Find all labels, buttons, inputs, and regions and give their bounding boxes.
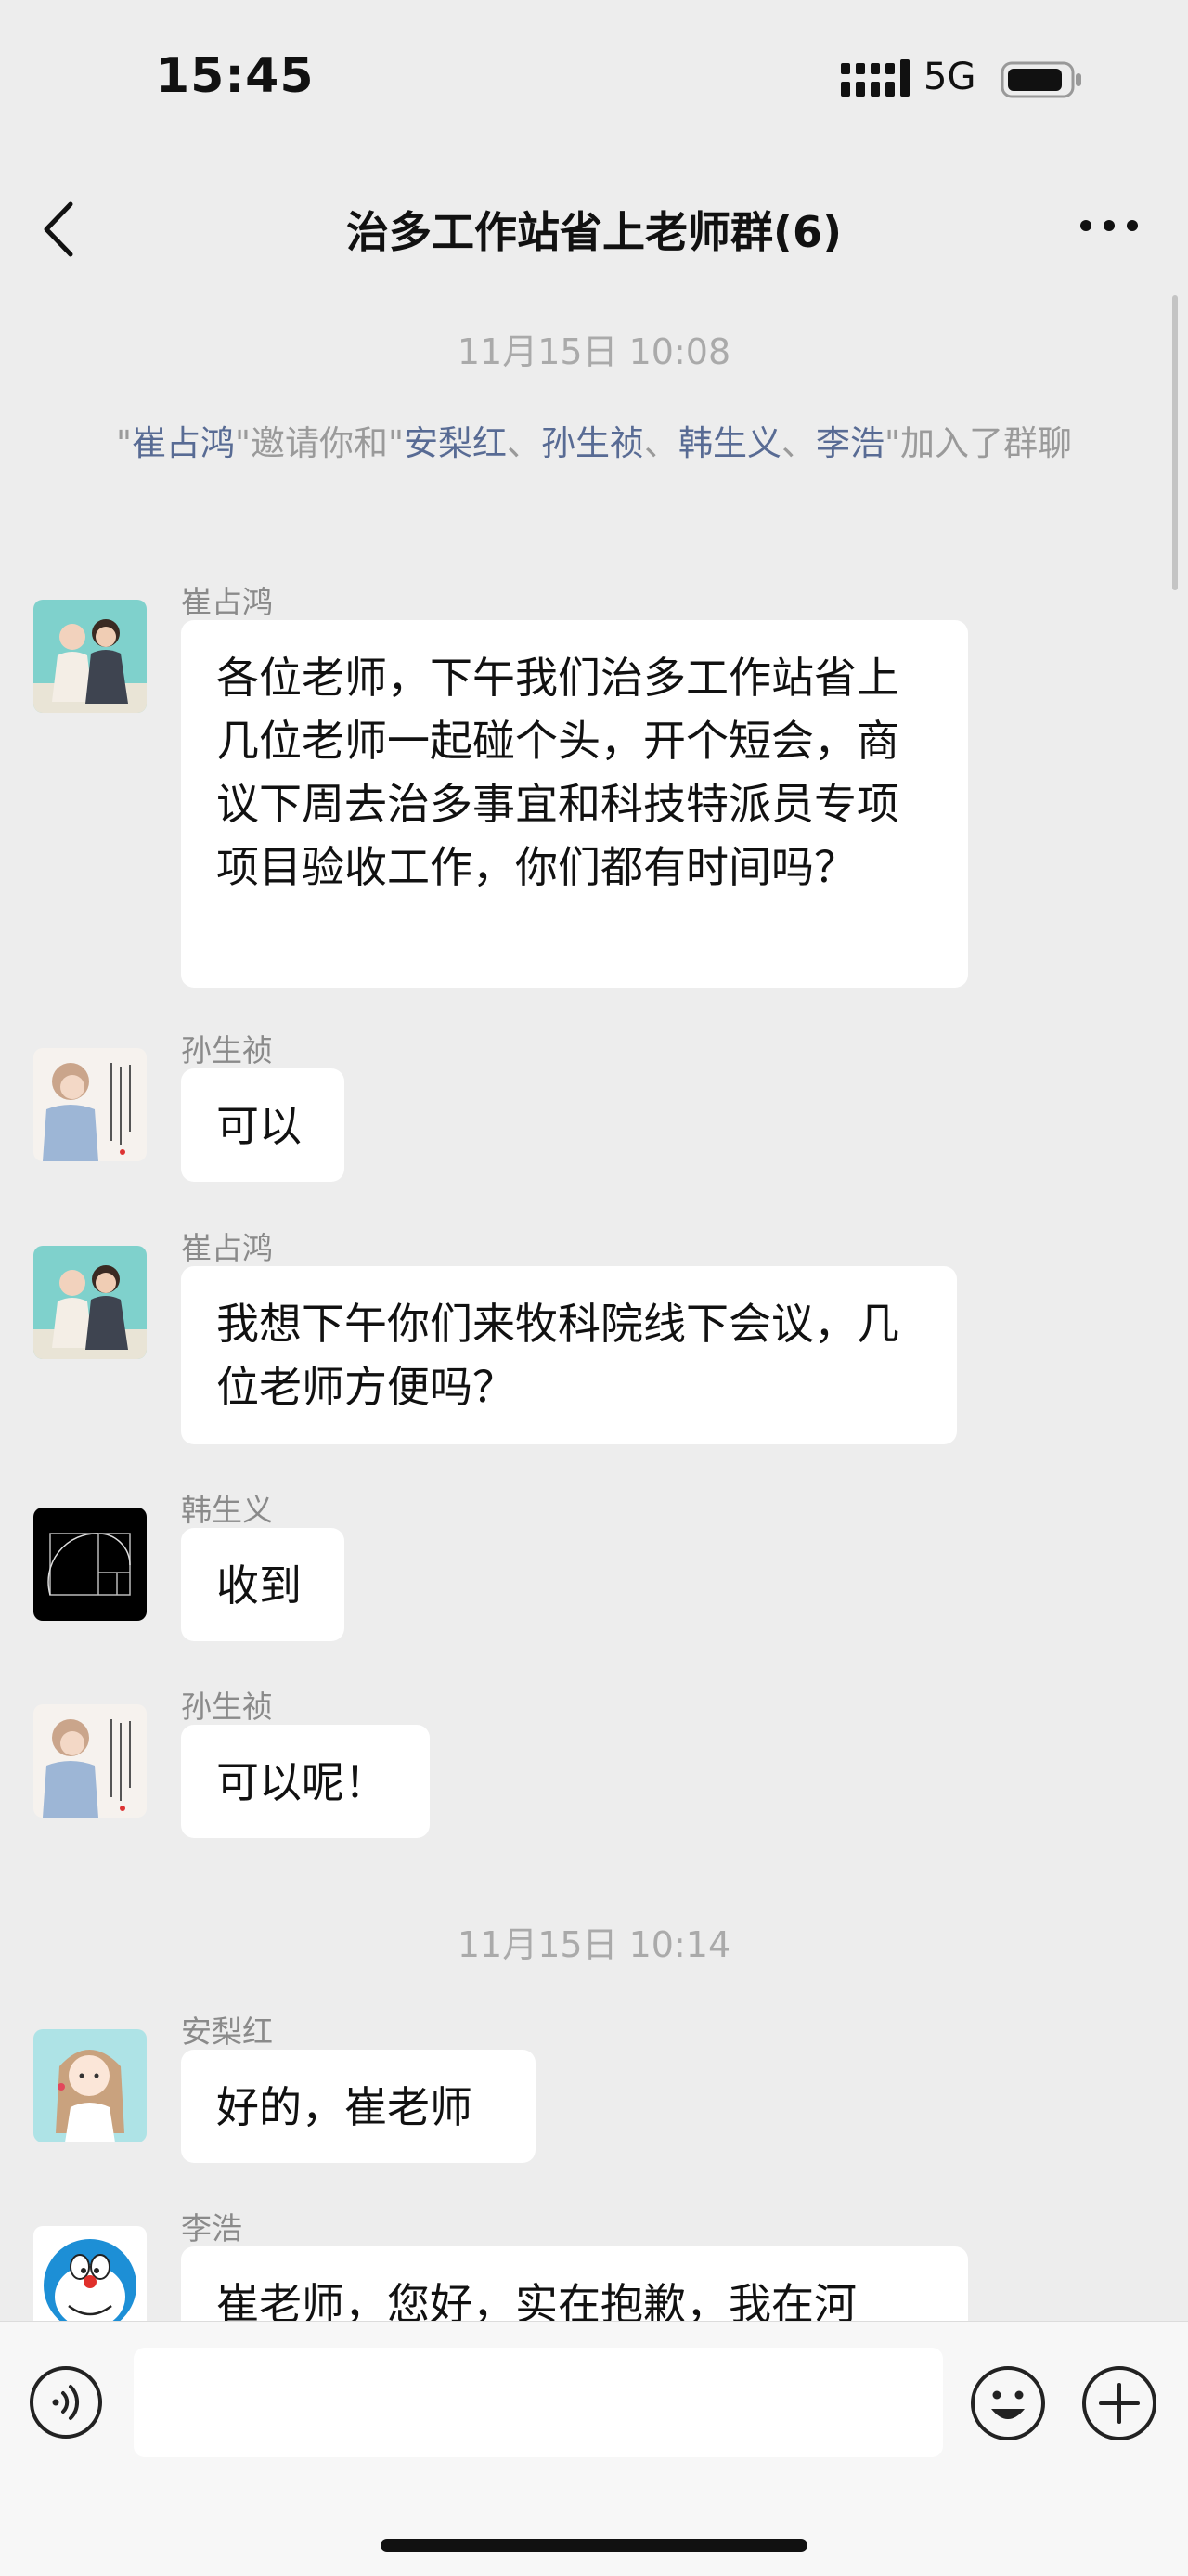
- chat-area: 11月15日 10:08 "崔占鸿"邀请你和"安梨红、孙生祯、韩生义、李浩"加入…: [0, 297, 1188, 2321]
- timestamp: 11月15日 10:08: [457, 331, 731, 372]
- sender-name: 孙生祯: [181, 1689, 273, 1725]
- sender-name: 孙生祯: [181, 1032, 273, 1068]
- message-bubble[interactable]: 各位老师，下午我们治多工作站省上几位老师一起碰个头，开个短会，商议下周去治多事宜…: [181, 620, 968, 988]
- avatar[interactable]: [33, 2029, 147, 2142]
- more-icon[interactable]: [1077, 212, 1142, 239]
- sender-name: 李浩: [181, 2210, 242, 2246]
- plus-icon[interactable]: [1080, 2364, 1158, 2442]
- avatar[interactable]: [33, 1508, 147, 1621]
- message-bubble[interactable]: 我想下午你们来牧科院线下会议，几位老师方便吗？: [181, 1266, 957, 1444]
- sender-name: 崔占鸿: [181, 584, 273, 620]
- message-bubble[interactable]: 可以呢！: [181, 1725, 430, 1838]
- avatar[interactable]: [33, 600, 147, 713]
- sender-name: 崔占鸿: [181, 1230, 273, 1266]
- emoji-icon[interactable]: [969, 2364, 1047, 2442]
- timestamp: 11月15日 10:14: [457, 1924, 731, 1965]
- notice-user-link[interactable]: 安梨红: [404, 423, 507, 463]
- voice-icon[interactable]: [28, 2364, 104, 2440]
- message-bubble[interactable]: 好的，崔老师: [181, 2050, 536, 2163]
- avatar[interactable]: [33, 1048, 147, 1161]
- sender-name: 韩生义: [181, 1492, 273, 1528]
- message-input[interactable]: [134, 2348, 943, 2457]
- avatar[interactable]: [33, 1246, 147, 1359]
- notice-user-link[interactable]: 孙生祯: [541, 423, 644, 463]
- chat-title: 治多工作站省上老师群(6): [345, 207, 843, 257]
- notice-user-link[interactable]: 李浩: [816, 423, 885, 463]
- status-time: 15:45: [156, 48, 315, 104]
- message-bubble[interactable]: 收到: [181, 1528, 344, 1641]
- signal-icon: [841, 59, 910, 97]
- avatar[interactable]: [33, 1704, 147, 1818]
- battery-icon: [1001, 61, 1081, 98]
- network-type: 5G: [923, 56, 976, 98]
- input-bar: [0, 2321, 1188, 2576]
- home-indicator: [381, 2539, 807, 2552]
- notice-user-link[interactable]: 韩生义: [678, 423, 781, 463]
- nav-bar: 治多工作站省上老师群(6): [0, 158, 1188, 297]
- avatar[interactable]: [33, 2226, 147, 2321]
- sender-name: 安梨红: [181, 2013, 273, 2050]
- system-notice: "崔占鸿"邀请你和"安梨红、孙生祯、韩生义、李浩"加入了群聊: [115, 423, 1073, 463]
- message-bubble[interactable]: 可以: [181, 1068, 344, 1182]
- status-bar: 15:45 5G: [0, 0, 1188, 158]
- notice-user-link[interactable]: 崔占鸿: [132, 423, 235, 463]
- message-bubble[interactable]: 崔老师，您好，实在抱歉，我在河: [181, 2246, 968, 2321]
